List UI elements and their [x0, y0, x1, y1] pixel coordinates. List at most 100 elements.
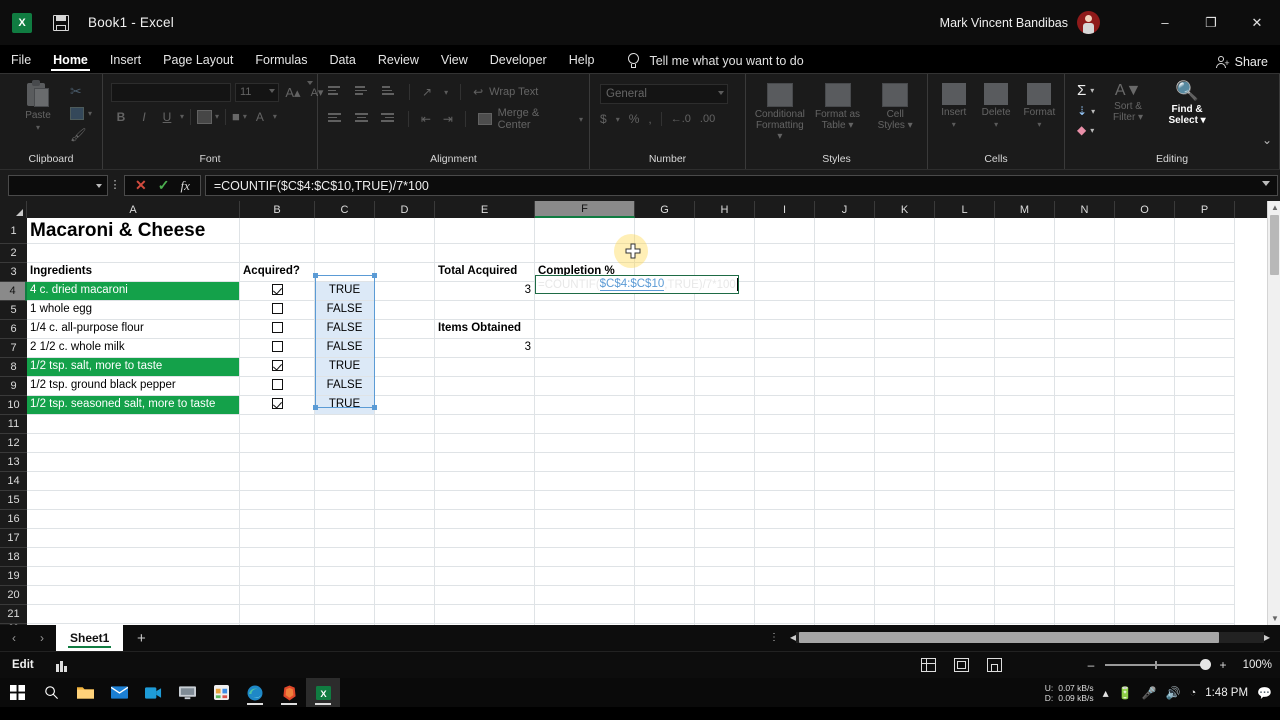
cell-M21[interactable] — [995, 605, 1055, 624]
row-header-14[interactable]: 14 — [0, 472, 27, 491]
cell-P17[interactable] — [1175, 529, 1235, 548]
cell-P12[interactable] — [1175, 434, 1235, 453]
cell-F8[interactable] — [535, 358, 635, 377]
checkbox-b10[interactable] — [272, 398, 283, 409]
cell-B1[interactable] — [240, 218, 315, 244]
cell-P3[interactable] — [1175, 263, 1235, 282]
cell-B13[interactable] — [240, 453, 315, 472]
cell-C3[interactable] — [315, 263, 375, 282]
cell-C1[interactable] — [315, 218, 375, 244]
cell-A3[interactable]: Ingredients — [27, 263, 240, 282]
cell-E10[interactable] — [435, 396, 535, 415]
cell-M3[interactable] — [995, 263, 1055, 282]
next-sheet-button[interactable]: › — [28, 631, 56, 645]
zoom-in-button[interactable]: + — [1218, 658, 1228, 672]
cell-K10[interactable] — [875, 396, 935, 415]
cell-P8[interactable] — [1175, 358, 1235, 377]
cell-C21[interactable] — [315, 605, 375, 624]
cell-L6[interactable] — [935, 320, 995, 339]
row-header-2[interactable]: 2 — [0, 244, 27, 263]
cell-C9[interactable]: FALSE — [315, 377, 375, 396]
cell-O6[interactable] — [1115, 320, 1175, 339]
brave-icon[interactable] — [272, 678, 306, 707]
cell-D17[interactable] — [375, 529, 435, 548]
mail-icon[interactable] — [102, 678, 136, 707]
tab-view[interactable]: View — [430, 50, 479, 73]
cell-O17[interactable] — [1115, 529, 1175, 548]
cell-C12[interactable] — [315, 434, 375, 453]
cell-G6[interactable] — [635, 320, 695, 339]
cell-I20[interactable] — [755, 586, 815, 605]
cell-E2[interactable] — [435, 244, 535, 263]
cell-styles-button[interactable]: CellStyles ▾ — [869, 83, 921, 131]
cell-M6[interactable] — [995, 320, 1055, 339]
column-header-c[interactable]: C — [315, 201, 375, 218]
row-header-4[interactable]: 4 — [0, 282, 27, 301]
align-top-icon[interactable] — [328, 86, 343, 98]
cell-H5[interactable] — [695, 301, 755, 320]
wrap-text-button[interactable]: ↩ Wrap Text — [473, 85, 538, 99]
checkbox-b5[interactable] — [272, 303, 283, 314]
cell-O18[interactable] — [1115, 548, 1175, 567]
row-header-8[interactable]: 8 — [0, 358, 27, 377]
cell-D14[interactable] — [375, 472, 435, 491]
column-header-p[interactable]: P — [1175, 201, 1235, 218]
cell-K12[interactable] — [875, 434, 935, 453]
cell-M1[interactable] — [995, 218, 1055, 244]
cell-B17[interactable] — [240, 529, 315, 548]
cell-L12[interactable] — [935, 434, 995, 453]
cell-O13[interactable] — [1115, 453, 1175, 472]
cell-H18[interactable] — [695, 548, 755, 567]
tab-data[interactable]: Data — [318, 50, 366, 73]
cell-O5[interactable] — [1115, 301, 1175, 320]
cell-N20[interactable] — [1055, 586, 1115, 605]
checkbox-b9[interactable] — [272, 379, 283, 390]
cell-A18[interactable] — [27, 548, 240, 567]
start-icon[interactable] — [0, 678, 34, 707]
cell-L7[interactable] — [935, 339, 995, 358]
cell-L1[interactable] — [935, 218, 995, 244]
cell-G8[interactable] — [635, 358, 695, 377]
cell-P5[interactable] — [1175, 301, 1235, 320]
cell-E16[interactable] — [435, 510, 535, 529]
cell-M15[interactable] — [995, 491, 1055, 510]
vertical-scroll-thumb[interactable] — [1270, 215, 1279, 275]
row-header-15[interactable]: 15 — [0, 491, 27, 510]
cell-I7[interactable] — [755, 339, 815, 358]
cell-N2[interactable] — [1055, 244, 1115, 263]
cell-L21[interactable] — [935, 605, 995, 624]
cell-B4[interactable] — [240, 282, 315, 301]
cell-H13[interactable] — [695, 453, 755, 472]
cell-N8[interactable] — [1055, 358, 1115, 377]
cell-B2[interactable] — [240, 244, 315, 263]
cell-K15[interactable] — [875, 491, 935, 510]
tell-me-search[interactable]: Tell me what you want to do — [627, 53, 803, 73]
find-select-button[interactable]: 🔍 Find &Select ▾ — [1161, 82, 1213, 126]
cell-P2[interactable] — [1175, 244, 1235, 263]
cell-M14[interactable] — [995, 472, 1055, 491]
cell-G12[interactable] — [635, 434, 695, 453]
store-icon[interactable] — [204, 678, 238, 707]
cell-I11[interactable] — [755, 415, 815, 434]
cell-D13[interactable] — [375, 453, 435, 472]
cell-O3[interactable] — [1115, 263, 1175, 282]
cell-B12[interactable] — [240, 434, 315, 453]
cell-D6[interactable] — [375, 320, 435, 339]
cell-L14[interactable] — [935, 472, 995, 491]
cell-P13[interactable] — [1175, 453, 1235, 472]
cell-K9[interactable] — [875, 377, 935, 396]
cell-N18[interactable] — [1055, 548, 1115, 567]
cell-O20[interactable] — [1115, 586, 1175, 605]
cell-I1[interactable] — [755, 218, 815, 244]
expand-formula-bar-button[interactable] — [1262, 181, 1270, 186]
cell-P11[interactable] — [1175, 415, 1235, 434]
cell-E1[interactable] — [435, 218, 535, 244]
cell-H15[interactable] — [695, 491, 755, 510]
cell-P18[interactable] — [1175, 548, 1235, 567]
cell-A19[interactable] — [27, 567, 240, 586]
row-header-13[interactable]: 13 — [0, 453, 27, 472]
enter-formula-button[interactable]: ✓ — [158, 177, 170, 194]
cell-I19[interactable] — [755, 567, 815, 586]
cell-E14[interactable] — [435, 472, 535, 491]
borders-icon[interactable] — [197, 110, 212, 124]
